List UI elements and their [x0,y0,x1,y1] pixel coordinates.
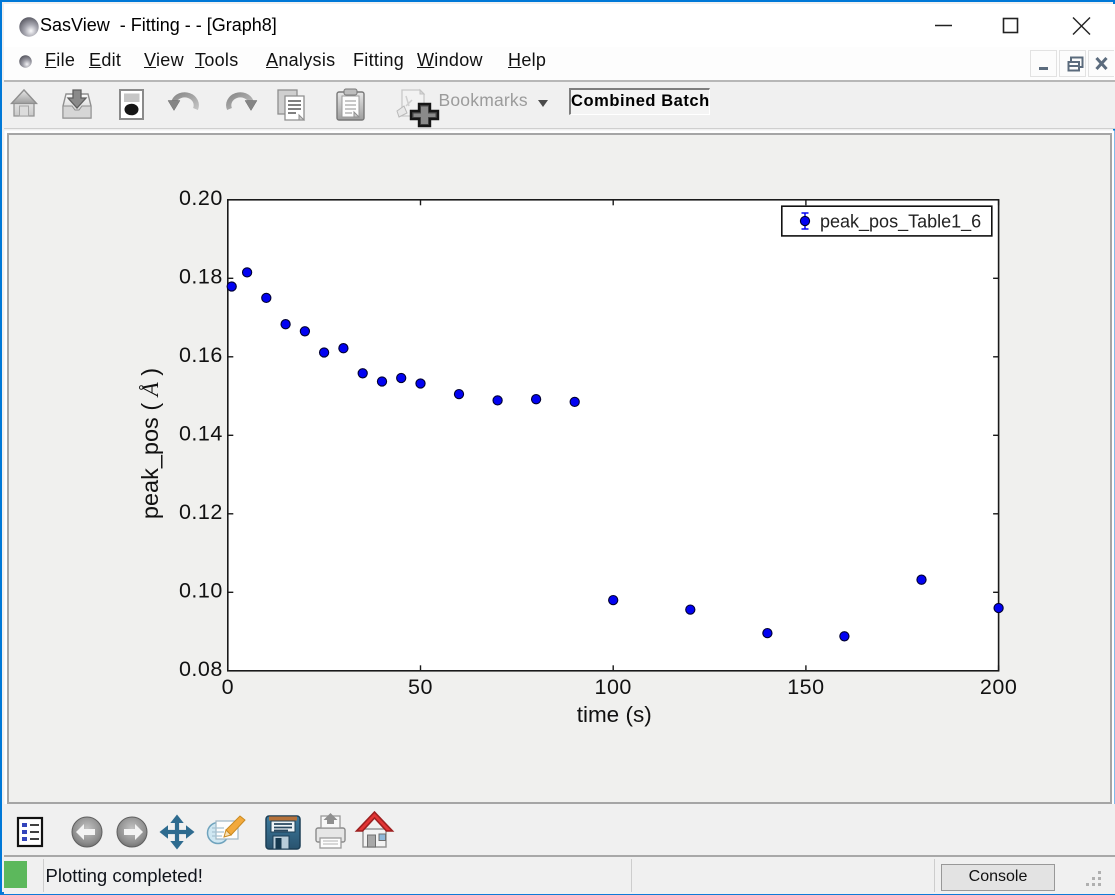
svg-text:peak_pos ( Å ): peak_pos ( Å ) [137,368,163,519]
svg-text:0.10: 0.10 [179,579,223,603]
svg-text:0.14: 0.14 [179,422,223,446]
svg-text:0: 0 [222,675,234,699]
svg-text:200: 200 [980,675,1017,699]
svg-text:peak_pos_Table1_6: peak_pos_Table1_6 [820,212,981,233]
svg-text:150: 150 [787,675,824,699]
svg-text:0.08: 0.08 [179,657,223,681]
svg-text:0.12: 0.12 [179,500,223,524]
svg-text:50: 50 [408,675,433,699]
svg-text:100: 100 [595,675,632,699]
svg-text:time (s): time (s) [577,702,652,727]
svg-text:0.18: 0.18 [179,265,223,289]
svg-text:0.16: 0.16 [179,343,223,367]
svg-text:0.20: 0.20 [179,186,223,210]
